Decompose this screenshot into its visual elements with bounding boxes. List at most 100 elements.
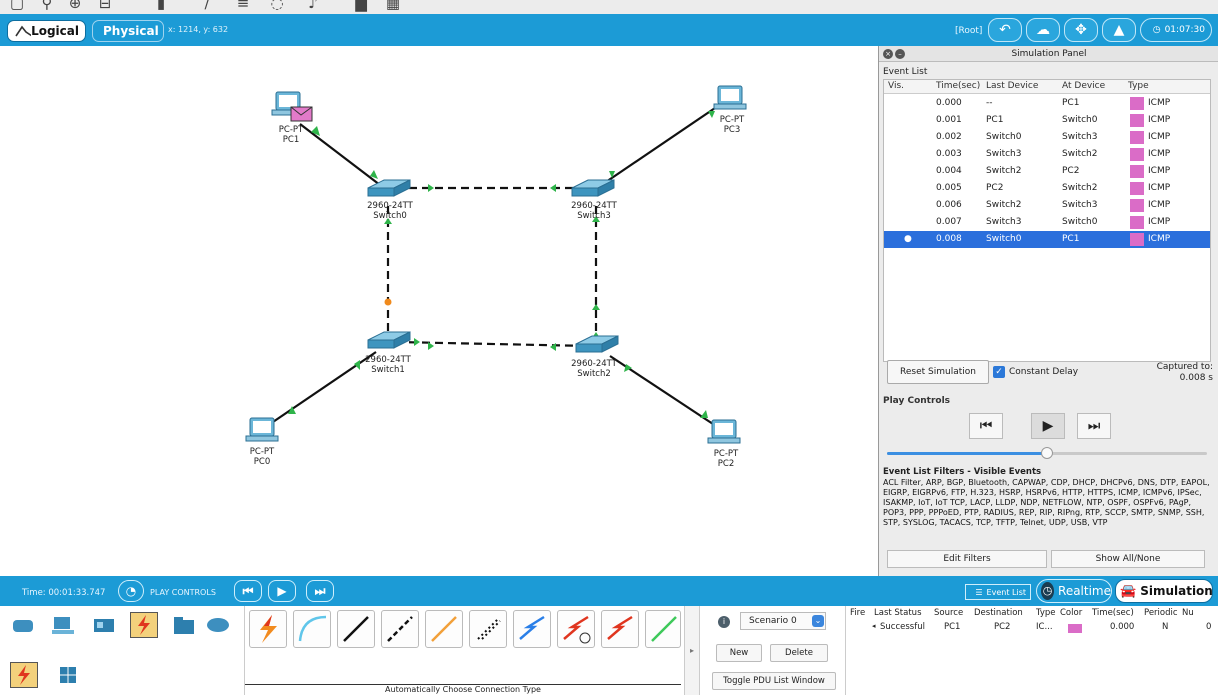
link-light-orange [384, 298, 392, 306]
bottom-bar: Time: 00:01:33.747 ◔ PLAY CONTROLS ⏮ ▶ ⏭… [0, 576, 1218, 606]
speed-slider-knob[interactable] [1041, 447, 1053, 459]
back-button[interactable]: ↶ [988, 18, 1022, 42]
event-row[interactable]: 0.006 Switch2 Switch3 ICMP [884, 197, 1210, 214]
event-last: Switch2 [986, 166, 1022, 176]
main-toolbar: ▢ ⚲ ⊕ ⊟ ▮ ∕ ≡ ◌ ♪ ▆ ▦ [0, 0, 1218, 14]
straight-through-icon[interactable] [337, 610, 375, 648]
toggle-pdu-list-button[interactable]: Toggle PDU List Window [712, 672, 836, 690]
delete-scenario-button[interactable]: Delete [770, 644, 828, 662]
switch2-name: Switch2 [577, 369, 611, 379]
crossover-icon[interactable] [381, 610, 419, 648]
pdu-source: PC1 [944, 622, 961, 632]
ellipse-icon[interactable]: ◌ [266, 0, 288, 12]
event-row[interactable]: 0.001 PC1 Switch0 ICMP [884, 112, 1210, 129]
eye-icon[interactable]: ● [904, 234, 912, 244]
misc-icon[interactable] [170, 612, 198, 638]
new-scenario-button[interactable]: New [716, 644, 762, 662]
switch3-model: 2960-24TT [571, 201, 618, 211]
auto-cable-icon[interactable] [249, 610, 287, 648]
navigation-button[interactable]: ✥ [1064, 18, 1098, 42]
switch2-device [575, 335, 619, 353]
event-time: 0.000 [936, 98, 962, 108]
clipboard-icon[interactable]: ▮ [150, 0, 172, 12]
grid-icon[interactable]: ▦ [382, 0, 404, 12]
bottom-step-forward-button[interactable]: ⏭ [306, 580, 334, 602]
pencil-icon[interactable]: ∕ [196, 0, 218, 12]
switch3-name: Switch3 [577, 211, 611, 221]
auto-connection-icon[interactable] [10, 662, 38, 688]
show-all-none-button[interactable]: Show All/None [1051, 550, 1205, 568]
octal-cable-icon[interactable] [645, 610, 681, 648]
event-list-button[interactable]: ☰ Event List [965, 584, 1031, 600]
note-icon[interactable]: ♪ [302, 0, 324, 12]
pc2-device [707, 419, 741, 444]
reset-simulation-button[interactable]: Reset Simulation [887, 360, 989, 384]
phone-cable-icon[interactable] [469, 610, 507, 648]
event-row[interactable]: 0.005 PC2 Switch2 ICMP [884, 180, 1210, 197]
multiuser-icon[interactable] [204, 612, 232, 638]
connections-icon[interactable] [130, 612, 158, 638]
coaxial-icon[interactable] [513, 610, 551, 648]
zoom-out-icon[interactable]: ⊟ [94, 0, 116, 12]
close-icon[interactable]: × [883, 49, 893, 59]
minimize-icon[interactable]: – [895, 49, 905, 59]
simulation-mode-button[interactable]: 🚘 Simulation [1115, 579, 1213, 603]
link-light [354, 360, 360, 370]
event-row[interactable]: 0.007 Switch3 Switch0 ICMP [884, 214, 1210, 231]
scenario-select-value: Scenario 0 [749, 616, 797, 626]
info-icon[interactable]: i [718, 616, 730, 628]
constant-delay-checkbox[interactable]: ✓ Constant Delay [993, 366, 1078, 378]
step-back-icon: ⏮ [979, 418, 993, 434]
event-row[interactable]: 0.000 -- PC1 ICMP [884, 95, 1210, 112]
end-devices-icon[interactable] [50, 612, 78, 638]
bottom-play-button[interactable]: ▶ [268, 580, 296, 602]
event-list-table[interactable]: Vis. Time(sec) Last Device At Device Typ… [883, 79, 1211, 362]
event-row[interactable]: ● 0.008 Switch0 PC1 ICMP [884, 231, 1210, 248]
edit-filters-button[interactable]: Edit Filters [887, 550, 1047, 568]
clock-icon: ◷ [1152, 25, 1161, 35]
cluster-button[interactable]: ☁ [1026, 18, 1060, 42]
serial-dte-icon[interactable] [601, 610, 639, 648]
search-icon[interactable]: ⚲ [36, 0, 58, 12]
switch0-name: Switch0 [373, 211, 407, 221]
link-switch1-switch2 [395, 340, 591, 348]
link-light [708, 111, 715, 118]
list-icon[interactable]: ≡ [232, 0, 254, 12]
step-back-button[interactable]: ⏮ [969, 413, 1003, 439]
timer-button[interactable]: ◔ [118, 580, 144, 602]
realtime-mode-button[interactable]: ◷ Realtime [1036, 579, 1112, 603]
custom-icon[interactable]: ▆ [350, 0, 372, 12]
tab-physical[interactable]: Physical [92, 20, 164, 42]
grid-view-icon[interactable] [54, 662, 82, 688]
play-button[interactable]: ▶ [1031, 413, 1065, 439]
tab-physical-label: Physical [103, 24, 159, 38]
viewport-button[interactable]: ▲ [1102, 18, 1136, 42]
logical-workspace[interactable]: PC-PT PC1 PC-PT PC3 2960-24TT Switch0 29… [0, 46, 878, 576]
bottom-step-back-button[interactable]: ⏮ [234, 580, 262, 602]
fire-icon[interactable]: ◂ [872, 622, 876, 630]
pdu-row[interactable]: ◂ Successful PC1 PC2 IC... 0.000 N 0 [846, 620, 1218, 634]
pdu-col-periodic: Periodic [1144, 608, 1178, 618]
console-cable-icon[interactable] [293, 610, 331, 648]
components-icon[interactable] [90, 612, 118, 638]
step-forward-button[interactable]: ⏭ [1077, 413, 1111, 439]
event-type: ICMP [1148, 115, 1171, 125]
zoom-icon[interactable]: ▢ [6, 0, 28, 12]
fiber-icon[interactable] [425, 610, 463, 648]
serial-dce-icon[interactable] [557, 610, 595, 648]
pc1-device [271, 91, 313, 122]
chevron-down-icon[interactable]: ⌄ [812, 615, 824, 627]
link-light [414, 338, 420, 346]
event-row[interactable]: 0.004 Switch2 PC2 ICMP [884, 163, 1210, 180]
event-row[interactable]: 0.002 Switch0 Switch3 ICMP [884, 129, 1210, 146]
network-devices-icon[interactable] [10, 612, 38, 638]
event-row[interactable]: 0.003 Switch3 Switch2 ICMP [884, 146, 1210, 163]
switch1-name: Switch1 [371, 365, 405, 375]
play-icon: ▶ [1042, 418, 1054, 434]
tab-logical[interactable]: Logical [7, 20, 86, 42]
event-type: ICMP [1148, 166, 1171, 176]
root-label[interactable]: [Root] [955, 26, 982, 36]
pdu-num: 0 [1206, 622, 1212, 632]
panel-splitter[interactable]: ▸ [685, 606, 700, 695]
zoom-in-icon[interactable]: ⊕ [64, 0, 86, 12]
